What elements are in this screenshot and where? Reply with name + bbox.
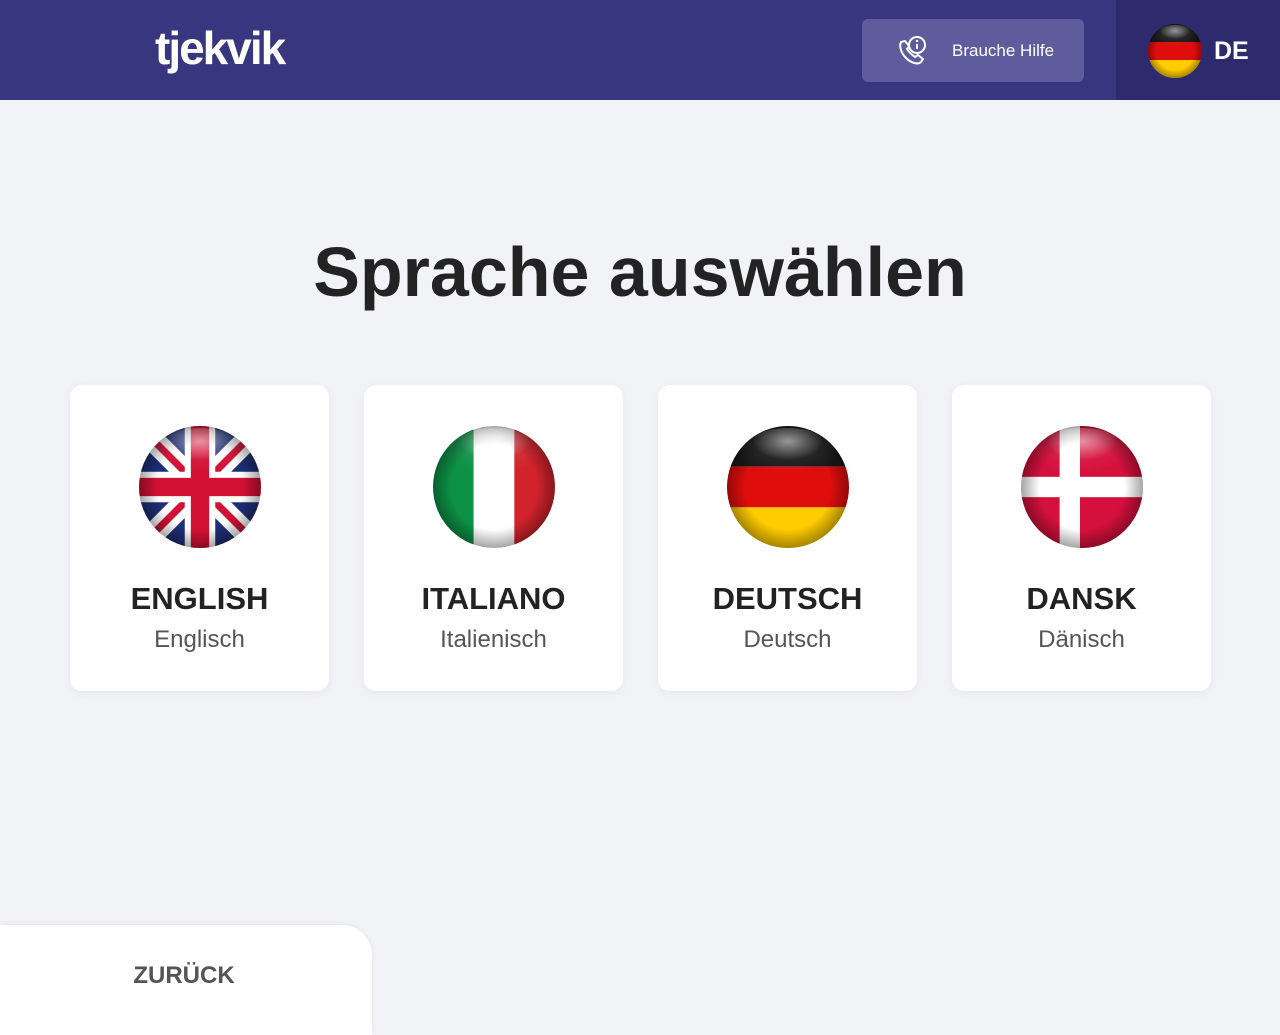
language-name: ITALIANO [421, 581, 566, 616]
page-title: Sprache auswählen [313, 233, 967, 311]
language-card-italiano[interactable]: ITALIANO Italienisch [364, 385, 623, 691]
help-button[interactable]: Brauche Hilfe [862, 19, 1084, 82]
denmark-flag-icon [1021, 426, 1143, 548]
current-language-code: DE [1214, 37, 1249, 65]
germany-flag-icon [727, 426, 849, 548]
back-button[interactable]: ZURÜCK [0, 925, 372, 1035]
back-button-label: ZURÜCK [133, 962, 235, 989]
language-subtitle: Dänisch [1038, 626, 1125, 653]
language-card-dansk[interactable]: DANSK Dänisch [952, 385, 1211, 691]
language-subtitle: Deutsch [743, 626, 832, 653]
language-name: DEUTSCH [712, 581, 863, 616]
current-language-selector[interactable]: DE [1116, 0, 1280, 100]
uk-flag-icon [139, 426, 261, 548]
logo: tjekvik [155, 22, 286, 74]
top-bar: tjekvik Brauche Hilfe DE [0, 0, 1280, 100]
italy-flag-icon [433, 426, 555, 548]
language-subtitle: Italienisch [440, 626, 547, 653]
language-card-english[interactable]: ENGLISH Englisch [70, 385, 329, 691]
language-subtitle: Englisch [154, 626, 245, 653]
phone-info-icon [899, 36, 926, 65]
help-button-label: Brauche Hilfe [952, 41, 1055, 60]
language-name: ENGLISH [130, 581, 269, 616]
language-name: DANSK [1026, 581, 1137, 616]
language-card-deutsch[interactable]: DEUTSCH Deutsch [658, 385, 917, 691]
germany-flag-icon [1148, 24, 1202, 78]
